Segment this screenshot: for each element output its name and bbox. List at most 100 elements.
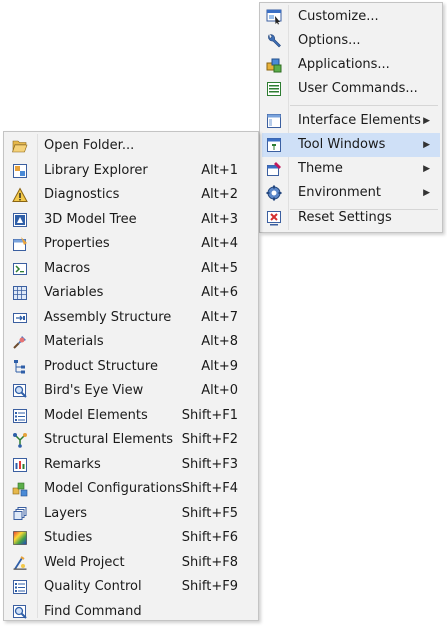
menu-item-diagnostics[interactable]: Diagnostics Alt+2: [6, 183, 256, 207]
menu-item-label: Bird's Eye View: [44, 383, 144, 398]
menu-item-shortcut: Shift+F8: [181, 554, 238, 570]
structural-elements-icon: [12, 432, 28, 448]
menu-item-shortcut: Alt+7: [201, 309, 238, 325]
menu-item-label: Library Explorer: [44, 162, 148, 178]
theme-icon: [266, 161, 282, 177]
menu-item-shortcut: Shift+F2: [181, 432, 238, 447]
menu-item-shortcut: Alt+0: [201, 383, 238, 398]
menu-item-tool-windows[interactable]: Tool Windows ▶: [262, 133, 440, 157]
menu-item-structural-elements[interactable]: Structural Elements Shift+F2: [6, 428, 256, 452]
studies-icon: [12, 530, 28, 546]
menu-item-shortcut: Alt+4: [201, 236, 238, 251]
warning-icon: [12, 187, 28, 203]
model-configurations-icon: [12, 481, 28, 497]
assembly-structure-icon: [12, 310, 28, 326]
menu-item-label: Product Structure: [44, 358, 158, 374]
settings-menu: Customize... Options... Applications... …: [259, 2, 443, 233]
menu-item-shortcut: Alt+2: [201, 187, 238, 202]
menu-item-customize[interactable]: Customize...: [262, 5, 440, 29]
menu-item-theme[interactable]: Theme ▶: [262, 157, 440, 181]
menu-item-shortcut: Shift+F5: [181, 505, 238, 521]
menu-item-label: Variables: [44, 285, 104, 300]
menu-item-reset-settings[interactable]: Reset Settings: [262, 206, 440, 230]
menu-item-interface-elements[interactable]: Interface Elements ▶: [262, 109, 440, 133]
menu-item-layers[interactable]: Layers Shift+F5: [6, 502, 256, 526]
menu-item-label: Structural Elements: [44, 432, 174, 447]
menu-item-quality-control[interactable]: Quality Control Shift+F9: [6, 575, 256, 599]
applications-icon: [266, 57, 282, 73]
menu-item-label: Theme: [298, 161, 343, 176]
menu-item-model-elements[interactable]: Model Elements Shift+F1: [6, 404, 256, 428]
menu-item-open-folder[interactable]: Open Folder...: [6, 134, 256, 158]
menu-item-assembly-structure[interactable]: Assembly Structure Alt+7: [6, 306, 256, 330]
menu-item-macros[interactable]: Macros Alt+5: [6, 257, 256, 281]
menu-item-shortcut: Alt+6: [201, 285, 238, 300]
menu-item-shortcut: Shift+F1: [181, 407, 238, 423]
menu-item-studies[interactable]: Studies Shift+F6: [6, 526, 256, 550]
menu-item-label: Remarks: [44, 456, 101, 472]
menu-item-label: Model Configurations: [44, 481, 183, 496]
menu-item-find-command[interactable]: Find Command: [6, 600, 256, 624]
menu-item-remarks[interactable]: Remarks Shift+F3: [6, 453, 256, 477]
menu-item-label: Studies: [44, 530, 93, 545]
find-command-icon: [12, 604, 28, 620]
menu-item-shortcut: Alt+9: [201, 358, 238, 374]
menu-item-label: Diagnostics: [44, 187, 120, 202]
menu-item-label: User Commands...: [298, 81, 418, 96]
weld-project-icon: [12, 555, 28, 571]
library-explorer-icon: [12, 163, 28, 179]
menu-item-label: Reset Settings: [298, 210, 392, 225]
menu-item-label: Properties: [44, 236, 110, 251]
menu-item-label: Find Command: [44, 603, 142, 619]
menu-item-user-commands[interactable]: User Commands...: [262, 77, 440, 101]
menu-item-environment[interactable]: Environment ▶: [262, 181, 440, 205]
folder-open-icon: [12, 138, 28, 154]
menu-item-label: Weld Project: [44, 554, 125, 570]
menu-item-options[interactable]: Options...: [262, 29, 440, 53]
menu-item-label: Materials: [44, 334, 104, 349]
menu-item-applications[interactable]: Applications...: [262, 53, 440, 77]
menu-item-label: Applications...: [298, 57, 390, 72]
submenu-arrow-icon: ▶: [423, 116, 430, 126]
menu-item-shortcut: Alt+1: [201, 162, 238, 178]
menu-item-label: Options...: [298, 33, 361, 48]
menu-item-model-configurations[interactable]: Model Configurations Shift+F4: [6, 477, 256, 501]
menu-separator: [290, 105, 438, 106]
menu-item-library-explorer[interactable]: Library Explorer Alt+1: [6, 159, 256, 183]
menu-item-birds-eye-view[interactable]: Bird's Eye View Alt+0: [6, 379, 256, 403]
model-tree-icon: [12, 212, 28, 228]
menu-item-shortcut: Shift+F6: [181, 530, 238, 545]
layers-icon: [12, 506, 28, 522]
environment-icon: [266, 185, 282, 201]
menu-item-shortcut: Shift+F3: [181, 456, 238, 472]
menu-item-label: Layers: [44, 505, 88, 521]
reset-settings-icon: [266, 210, 282, 226]
birds-eye-view-icon: [12, 383, 28, 399]
menu-item-shortcut: Shift+F4: [181, 481, 238, 496]
menu-item-label: Quality Control: [44, 579, 142, 594]
submenu-arrow-icon: ▶: [423, 188, 430, 198]
submenu-arrow-icon: ▶: [423, 140, 430, 150]
menu-item-materials[interactable]: Materials Alt+8: [6, 330, 256, 354]
menu-item-product-structure[interactable]: Product Structure Alt+9: [6, 355, 256, 379]
menu-item-weld-project[interactable]: Weld Project Shift+F8: [6, 551, 256, 575]
variables-icon: [12, 285, 28, 301]
properties-icon: [12, 236, 28, 252]
interface-elements-icon: [266, 113, 282, 129]
menu-item-shortcut: Alt+8: [201, 334, 238, 349]
menu-item-label: Interface Elements: [298, 113, 421, 128]
macros-icon: [12, 261, 28, 277]
wrench-icon: [266, 33, 282, 49]
menu-item-3d-model-tree[interactable]: 3D Model Tree Alt+3: [6, 208, 256, 232]
user-commands-icon: [266, 81, 282, 97]
menu-item-variables[interactable]: Variables Alt+6: [6, 281, 256, 305]
menu-item-label: Model Elements: [44, 407, 148, 423]
menu-item-label: Open Folder...: [44, 138, 135, 153]
menu-item-shortcut: Shift+F9: [181, 579, 238, 594]
menu-item-properties[interactable]: Properties Alt+4: [6, 232, 256, 256]
menu-item-label: 3D Model Tree: [44, 211, 137, 227]
customize-icon: [266, 9, 282, 25]
product-structure-icon: [12, 359, 28, 375]
menu-item-shortcut: Alt+3: [201, 211, 238, 227]
quality-control-icon: [12, 579, 28, 595]
